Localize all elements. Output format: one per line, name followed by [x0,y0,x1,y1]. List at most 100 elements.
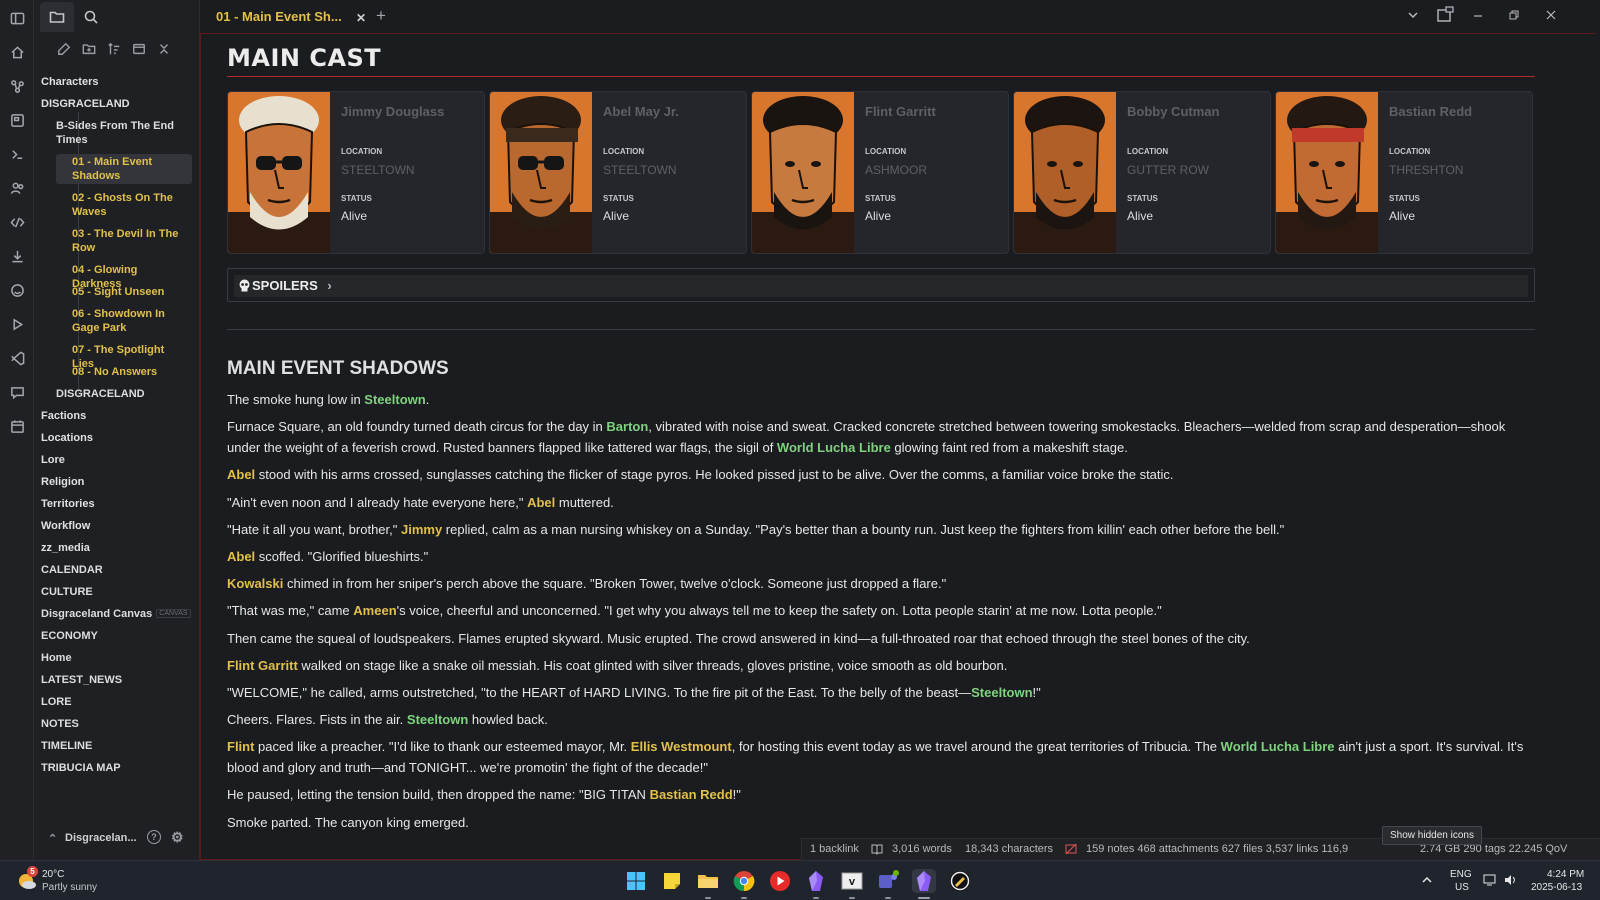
character-card[interactable]: Jimmy Douglass LOCATION STEELTOWN STATUS Ali… [227,91,485,254]
vault-name[interactable]: Disgracelan... [65,832,137,844]
tree-item[interactable]: TRIBUCIA MAP [41,760,192,776]
character-card[interactable]: Abel May Jr. LOCATION STEELTOWN STATUS Alive [489,91,747,254]
character-link[interactable]: Jimmy [401,522,442,537]
clock-time[interactable]: 4:24 PM [1547,869,1584,880]
character-link[interactable]: Ellis Westmount [631,739,732,754]
search-tab[interactable] [74,2,108,32]
region-code[interactable]: US [1455,882,1469,893]
character-link[interactable]: Abel [227,467,255,482]
tree-item[interactable]: 08 - No Answers [56,364,192,380]
tree-item[interactable]: 06 - Showdown In Gage Park [56,306,192,336]
new-note-icon[interactable] [57,42,73,58]
users-icon[interactable] [7,178,27,198]
internal-link[interactable]: World Lucha Libre [777,440,891,455]
tree-item[interactable]: Territories [41,496,192,512]
internal-link[interactable]: Steeltown [364,392,425,407]
tab-main-event-shadows[interactable]: 01 - Main Event Sh... ✕ [210,6,375,33]
tree-item[interactable]: CULTURE [41,584,192,600]
chat-icon[interactable] [7,382,27,402]
network-icon[interactable] [1483,873,1497,892]
internal-link[interactable]: Steeltown [407,712,468,727]
sticky-notes-icon[interactable] [660,869,684,893]
tree-item[interactable]: Factions [41,408,192,424]
character-link[interactable]: Flint [227,739,254,754]
tree-item[interactable]: B-Sides From The End Times [56,118,192,148]
settings-gear-icon[interactable]: ⚙ [171,829,184,846]
close-window-icon[interactable] [1544,9,1558,23]
calendar-icon[interactable] [7,416,27,436]
backlinks-count[interactable]: 1 backlink [810,839,859,859]
close-tab-icon[interactable]: ✕ [356,7,366,29]
tab-list-chevron-icon[interactable] [1406,9,1420,23]
canvas-icon[interactable] [7,110,27,130]
tree-item[interactable]: DISGRACELAND [56,386,192,402]
character-link[interactable]: Bastian Redd [650,787,733,802]
tree-item[interactable]: TIMELINE [41,738,192,754]
internal-link[interactable]: Steeltown [971,685,1032,700]
weather-temp[interactable]: 20°C [42,869,64,880]
language-code[interactable]: ENG [1450,869,1472,880]
character-link[interactable]: Abel [527,495,555,510]
internal-link[interactable]: Barton [606,419,648,434]
inkscape-icon[interactable] [948,869,972,893]
tree-item[interactable]: CALENDAR [41,562,192,578]
home-icon[interactable] [7,42,27,62]
tree-item[interactable]: LORE [41,694,192,710]
file-explorer-icon[interactable] [696,869,720,893]
internal-link[interactable]: World Lucha Libre [1221,739,1335,754]
tree-item[interactable]: zz_media [41,540,192,556]
teams-icon[interactable] [876,869,900,893]
layout-icon[interactable] [1436,6,1454,24]
character-link[interactable]: Kowalski [227,576,283,591]
vnc-viewer-icon[interactable]: V [840,869,864,893]
files-tab[interactable] [40,2,74,32]
tree-item[interactable]: 05 - Sight Unseen [56,284,192,300]
help-icon[interactable]: ? [147,830,161,844]
tree-item[interactable]: DISGRACELAND [41,96,192,112]
character-card[interactable]: Bobby Cutman LOCATION GUTTER ROW STATUS Aliv… [1013,91,1271,254]
vault-switch-icon[interactable]: ⌃ [48,832,57,845]
tree-item[interactable]: 01 - Main Event Shadows [56,154,192,184]
sort-icon[interactable] [107,42,123,58]
tree-item[interactable]: NOTES [41,716,192,732]
weather-sun-icon[interactable]: 5 [16,866,38,891]
media-player-icon[interactable] [768,869,792,893]
character-link[interactable]: Flint Garritt [227,658,298,673]
play-icon[interactable] [7,314,27,334]
tree-item[interactable]: Disgraceland Canvas CANVAS [41,606,192,622]
chrome-icon[interactable] [732,869,756,893]
tree-item[interactable]: Home [41,650,192,666]
new-tab-icon[interactable]: + [376,6,386,26]
tree-item[interactable]: LATEST_NEWS [41,672,192,688]
download-icon[interactable] [7,246,27,266]
restore-icon[interactable] [1507,9,1521,23]
weather-desc[interactable]: Partly sunny [42,882,97,893]
vscode-icon[interactable] [7,348,27,368]
chevron-up-icon[interactable] [1420,873,1434,892]
graph-view-icon[interactable] [7,76,27,96]
tree-item[interactable]: Characters [41,74,192,90]
tree-item[interactable]: Workflow [41,518,192,534]
character-link[interactable]: Ameen [353,603,396,618]
character-card[interactable]: Flint Garritt LOCATION ASHMOOR STATUS Alive [751,91,1009,254]
spoilers-callout[interactable]: SPOILERS › [227,268,1535,302]
tree-item[interactable]: Lore [41,452,192,468]
new-folder-icon[interactable] [82,42,98,58]
spoilers-header[interactable]: SPOILERS › [234,275,1528,297]
book-icon[interactable] [871,839,883,860]
collapse-all-icon[interactable] [157,42,173,58]
character-card[interactable]: Bastian Redd LOCATION THRESHTON STATUS Alive [1275,91,1533,254]
tree-item[interactable]: ECONOMY [41,628,192,644]
tree-item[interactable]: 03 - The Devil In The Row [56,226,192,256]
volume-icon[interactable] [1503,873,1517,892]
obsidian-active-icon[interactable] [912,869,936,893]
toggle-sidebar-icon[interactable] [7,8,27,28]
tree-item[interactable]: Religion [41,474,192,490]
start-windows-icon[interactable] [624,869,648,893]
clock-date[interactable]: 2025-06-13 [1531,882,1582,893]
sync-error-icon[interactable] [1065,839,1077,860]
character-link[interactable]: Abel [227,549,255,564]
tree-item[interactable]: Locations [41,430,192,446]
tree-item[interactable]: 02 - Ghosts On The Waves [56,190,192,220]
smiley-icon[interactable] [7,280,27,300]
